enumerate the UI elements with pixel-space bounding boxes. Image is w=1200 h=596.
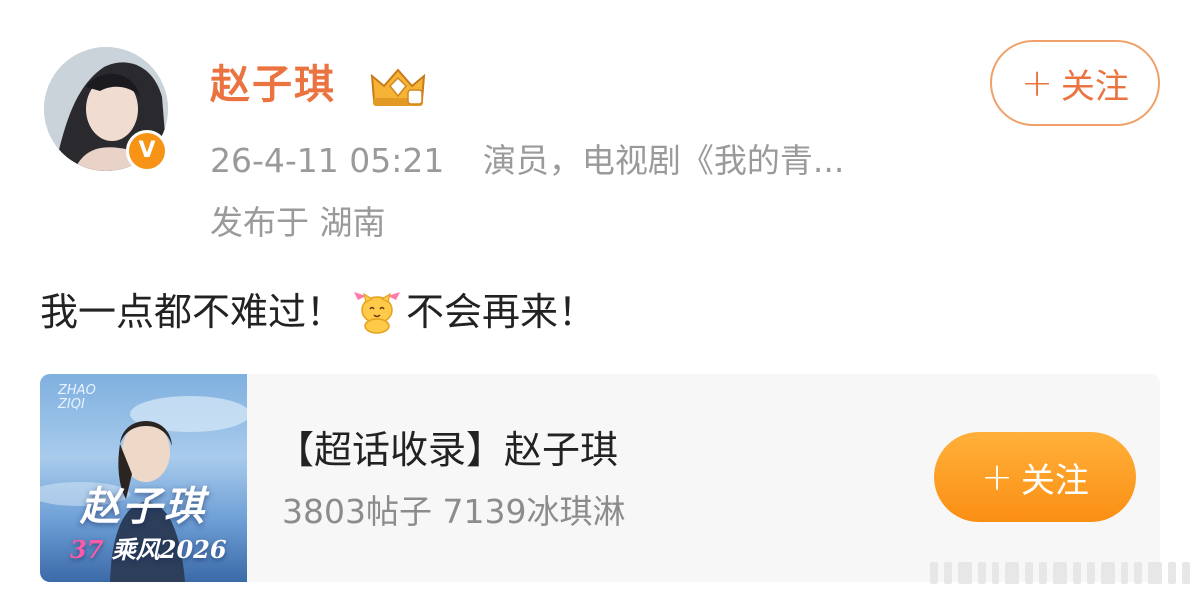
author-name[interactable]: 赵子琪	[210, 60, 336, 110]
cute-cat-emoji-icon	[354, 292, 401, 334]
topic-follow-label: 关注	[1020, 460, 1089, 501]
super-topic-card[interactable]: ZHAO ZIQI 赵子琪 37 乘风2026 【超话收录】赵子琪 3803帖子…	[40, 374, 1160, 582]
author-description: 演员，电视剧《我的青...	[482, 141, 845, 180]
verified-badge-icon: V	[126, 130, 168, 172]
watermark	[930, 560, 1191, 584]
post-meta: 26-4-11 05:21 演员，电视剧《我的青...	[210, 138, 844, 184]
follow-button-label: 关注	[1060, 66, 1129, 107]
cover-event-mark: 37	[70, 535, 104, 564]
post-text-part-1: 我一点都不难过！	[40, 290, 345, 334]
post-text-part-2: 不会再来！	[406, 290, 597, 334]
post-text: 我一点都不难过！ 不会再来！	[40, 286, 596, 338]
topic-title[interactable]: 【超话收录】赵子琪	[276, 426, 618, 474]
cover-event-text: 乘风2026	[111, 535, 227, 564]
topic-stats: 3803帖子 7139冰琪淋	[282, 492, 626, 531]
topic-follow-button[interactable]: + 关注	[934, 432, 1136, 522]
cover-english-name: ZHAO ZIQI	[58, 383, 96, 412]
plus-icon: +	[1021, 61, 1053, 105]
cover-event-title: 37 乘风2026	[70, 530, 227, 565]
post-time: 26-4-11 05:21	[210, 141, 445, 180]
post-location: 发布于 湖南	[210, 203, 386, 242]
topic-cover-image: ZHAO ZIQI 赵子琪 37 乘风2026	[40, 374, 247, 582]
plus-icon: +	[981, 455, 1013, 499]
follow-button[interactable]: + 关注	[990, 40, 1160, 126]
cover-chinese-name: 赵子琪	[80, 483, 206, 530]
crown-icon	[370, 68, 426, 106]
